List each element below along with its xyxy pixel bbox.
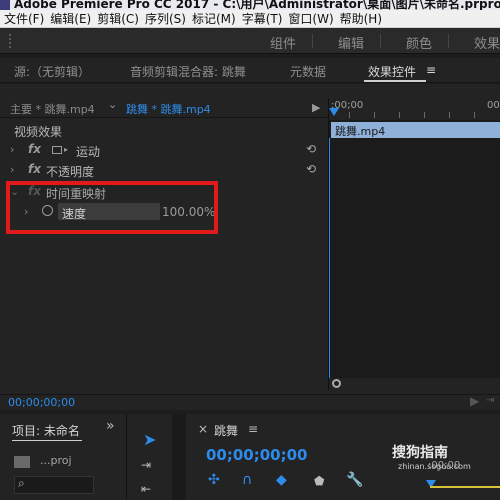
zoom-handle-icon[interactable] (332, 379, 341, 388)
ripple-edit-tool-icon[interactable]: ⇤ (141, 482, 151, 496)
tab-effect-controls[interactable]: 效果控件 (368, 63, 416, 80)
work-area-bar[interactable] (430, 486, 500, 488)
video-effects-label: 视频效果 (14, 125, 63, 139)
panel-menu-icon[interactable]: ≡ (426, 63, 436, 77)
effect-controls-footer: 00;00;00;00 ▶ ⇥ (0, 394, 500, 410)
tab-metadata[interactable]: 元数据 (290, 63, 326, 80)
ruler-time-end: 00 (487, 100, 500, 111)
playhead-icon[interactable] (329, 108, 339, 116)
project-file-name[interactable]: ...proj (40, 454, 72, 467)
master-clip-label[interactable]: 主要 * 跳舞.mp4 (10, 101, 95, 117)
project-search-input[interactable] (14, 476, 94, 494)
timeline-clip[interactable]: 跳舞.mp4 (331, 122, 500, 138)
close-icon[interactable]: × (198, 422, 208, 436)
sequence-clip-label[interactable]: 跳舞 * 跳舞.mp4 (126, 101, 211, 117)
menu-bar: 文件(F) 编辑(E) 剪辑(C) 序列(S) 标记(M) 字幕(T) 窗口(W… (0, 10, 500, 28)
playhead-line (329, 138, 330, 378)
ruler-tick (474, 112, 475, 118)
ruler-tick (349, 112, 350, 118)
ruler-tick (449, 112, 450, 118)
menu-marker[interactable]: 标记(M) (192, 10, 236, 27)
folder-icon (14, 456, 30, 468)
menu-help[interactable]: 帮助(H) (340, 10, 382, 27)
premiere-app-icon (0, 0, 10, 10)
timeline-scrollbar[interactable] (329, 378, 500, 390)
tab-source[interactable]: 源:（无剪辑） (14, 63, 90, 80)
reset-icon[interactable]: ⟲ (306, 162, 316, 176)
tools-panel: ➤ ⇥ ⇤ (126, 414, 172, 500)
project-panel-title[interactable]: 项目: 未命名 (12, 422, 80, 439)
menu-sequence[interactable]: 序列(S) (145, 10, 186, 27)
chevron-right-icon[interactable]: › (10, 163, 14, 176)
effect-row-opacity[interactable]: › fx 不透明度 ⟲ (0, 160, 326, 180)
panel-tab-bar: 源:（无剪辑） 音频剪辑混合器: 跳舞 元数据 效果控件 ≡ (0, 58, 500, 83)
project-tab-indicator (12, 440, 82, 441)
chevron-down-icon[interactable]: ⌄ (108, 98, 117, 111)
menu-edit[interactable]: 编辑(E) (50, 10, 91, 27)
fx-icon[interactable]: fx (28, 162, 41, 176)
sequence-panel: × 跳舞 ≡ 00;00;00;00 ✣ ∩ ◆ ⬟ 🔧 :00;00 搜狗指南… (186, 414, 500, 500)
workspace-bar: 组件 编辑 颜色 效果 (0, 28, 500, 54)
search-icon: ⌕ (18, 476, 25, 490)
motion-label: 运动 (76, 145, 101, 159)
play-icon[interactable]: ▶ (312, 101, 320, 114)
snap-tool-icon[interactable]: ✣ (208, 472, 220, 488)
menu-window[interactable]: 窗口(W) (288, 10, 333, 27)
effect-row-motion[interactable]: › fx ▸ 运动 ⟲ (0, 140, 326, 160)
watermark-logo: 搜狗指南 (392, 445, 448, 461)
workspace-editing[interactable]: 编辑 (338, 33, 364, 52)
video-effects-header: 视频效果 (0, 120, 326, 140)
chevron-right-icon[interactable]: › (10, 143, 14, 156)
transform-arrow-icon: ▸ (64, 145, 69, 154)
wrench-icon[interactable]: 🔧 (346, 472, 363, 488)
menu-file[interactable]: 文件(F) (4, 10, 44, 27)
workspace-separator (312, 34, 313, 48)
fx-icon[interactable]: fx (28, 142, 41, 156)
title-bar: Adobe Premiere Pro CC 2017 - C:\用户\Admin… (0, 0, 500, 10)
ruler-tick (374, 112, 375, 118)
project-panel: 项目: 未命名 » ...proj ⌕ (0, 414, 126, 500)
timeline-ruler[interactable]: :00;00 00 (329, 98, 500, 120)
workspace-color[interactable]: 颜色 (406, 33, 432, 52)
transform-icon (52, 146, 62, 154)
track-select-tool-icon[interactable]: ⇥ (141, 458, 151, 472)
window-title: Adobe Premiere Pro CC 2017 - C:\用户\Admin… (14, 0, 500, 10)
marker-icon[interactable]: ⬟ (314, 474, 324, 488)
highlight-box (6, 181, 218, 234)
opacity-label: 不透明度 (46, 165, 95, 179)
panel-grip-icon[interactable] (8, 33, 12, 49)
linked-selection-icon[interactable]: ∩ (242, 472, 252, 488)
menu-clip[interactable]: 剪辑(C) (97, 10, 139, 27)
sequence-menu-icon[interactable]: ≡ (248, 422, 258, 436)
selection-tool-icon[interactable]: ➤ (143, 430, 156, 449)
effect-controls-clip-bar: 主要 * 跳舞.mp4 ⌄ 跳舞 * 跳舞.mp4 ▶ (0, 98, 328, 118)
active-tab-indicator (364, 80, 426, 82)
sequence-tab-label[interactable]: 跳舞 (214, 422, 238, 439)
effect-controls-timecode[interactable]: 00;00;00;00 (8, 396, 75, 409)
effect-controls-timeline: :00;00 00 跳舞.mp4 (328, 98, 500, 390)
export-icon[interactable]: ⇥ (486, 395, 494, 406)
panel-expand-icon[interactable]: » (106, 418, 115, 434)
play-only-icon[interactable]: ▶ (470, 394, 479, 408)
workspace-effects[interactable]: 效果 (474, 33, 500, 52)
tab-audio-clip-mixer[interactable]: 音频剪辑混合器: 跳舞 (130, 63, 246, 80)
workspace-assembly[interactable]: 组件 (270, 33, 296, 52)
watermark-url: zhinan.sogou.com (398, 462, 471, 471)
sequence-timecode[interactable]: 00;00;00;00 (206, 446, 308, 464)
ruler-tick (399, 112, 400, 118)
reset-icon[interactable]: ⟲ (306, 142, 316, 156)
workspace-separator (448, 34, 449, 48)
workspace-separator (380, 34, 381, 48)
add-marker-icon[interactable]: ◆ (276, 472, 287, 488)
menu-title[interactable]: 字幕(T) (242, 10, 283, 27)
ruler-tick (424, 112, 425, 118)
